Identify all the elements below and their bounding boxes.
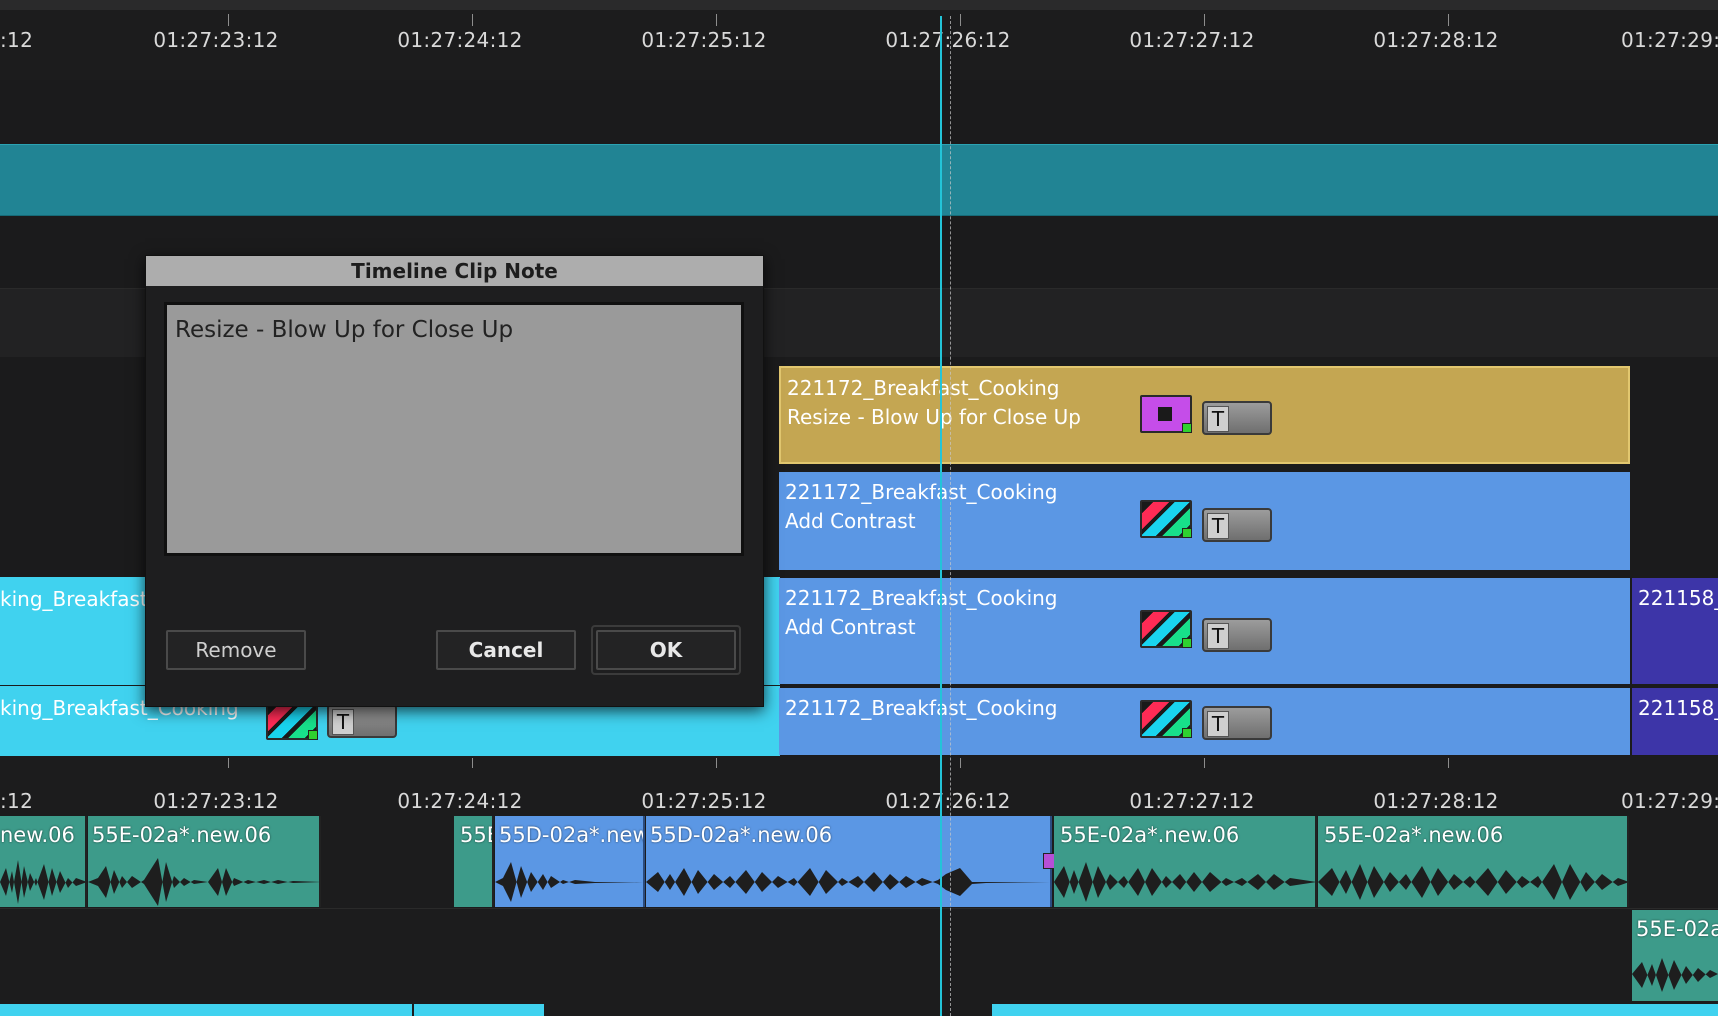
clip-note: Resize - Blow Up for Close Up <box>787 405 1081 429</box>
audio-waveform <box>646 868 1050 896</box>
video-clip-v2[interactable]: 221172_Breakfast_Cooking Add Contrast T <box>779 578 1630 684</box>
text-toggle-button[interactable]: T <box>1202 508 1272 542</box>
audio-clip[interactable] <box>414 1004 544 1016</box>
audio-waveform <box>1632 958 1718 992</box>
ruler-timecode: 01:27:27:12 <box>1129 28 1255 52</box>
track-v6[interactable] <box>0 80 1718 144</box>
audio-clip[interactable]: 55E-02a <box>1632 910 1718 1001</box>
ruler-tick <box>472 14 473 26</box>
ruler-timecode: 01:27:24:12 <box>397 28 523 52</box>
audio-waveform <box>495 862 643 902</box>
ruler-timecode: 01:27:25:12 <box>641 789 767 813</box>
ruler-tick <box>716 14 717 26</box>
track-v5-teal[interactable] <box>0 144 1718 216</box>
remove-button[interactable]: Remove <box>166 630 306 670</box>
timeline-ruler-bottom[interactable]: :12 01:27:23:12 01:27:24:12 01:27:25:12 … <box>0 756 1718 814</box>
clip-name: 221172_Breakfast_Cooking <box>787 376 1060 400</box>
text-toggle-button[interactable]: T <box>1202 618 1272 652</box>
audio-clip[interactable] <box>0 1004 412 1016</box>
timeline-ruler-top[interactable]: :12 01:27:23:12 01:27:24:12 01:27:25:12 … <box>0 0 1718 80</box>
audio-clip[interactable]: 55E <box>454 816 494 907</box>
ruler-tick <box>1204 14 1205 26</box>
color-correction-icon[interactable] <box>1140 500 1192 538</box>
ruler-tick <box>960 758 961 768</box>
ruler-tick <box>1204 758 1205 768</box>
cancel-button[interactable]: Cancel <box>436 630 576 670</box>
ruler-tick <box>228 758 229 768</box>
video-clip-v3[interactable]: 221172_Breakfast_Cooking Add Contrast T <box>779 472 1630 570</box>
playhead-line[interactable] <box>940 16 942 1016</box>
audio-clip[interactable]: 55E-02a*.new.06 <box>1318 816 1629 907</box>
video-clip-right-v2-purple[interactable]: 221158_ <box>1632 578 1718 684</box>
clip-note: Add Contrast <box>785 509 916 533</box>
ruler-timecode: 01:27:28:12 <box>1373 28 1499 52</box>
ok-button[interactable]: OK <box>596 630 736 670</box>
audio-track-a2[interactable] <box>0 908 1718 1005</box>
ruler-tick <box>716 758 717 768</box>
audio-clip[interactable]: 55E-02a*.new.06 <box>1054 816 1317 907</box>
clip-name: 221172_Breakfast_Cooking <box>785 696 1058 720</box>
ruler-tick <box>960 14 961 26</box>
audio-clip[interactable] <box>992 1004 1718 1016</box>
text-toggle-button[interactable]: T <box>1202 706 1272 740</box>
audio-waveform <box>1318 864 1627 900</box>
playhead-marker-dotted <box>950 16 951 1016</box>
ruler-tick <box>472 758 473 768</box>
ruler-timecode: :12 <box>0 28 34 52</box>
ruler-timecode: 01:27:26:12 <box>885 28 1011 52</box>
resize-icon[interactable] <box>1140 395 1192 433</box>
text-toggle-button[interactable]: T <box>327 704 397 738</box>
audio-clip[interactable]: 55D-02a*.new.06 <box>646 816 1052 907</box>
ruler-timecode: 01:27:27:12 <box>1129 789 1255 813</box>
video-clip-v4-gold[interactable]: 221172_Breakfast_Cooking Resize - Blow U… <box>779 366 1630 464</box>
dialog-title: Timeline Clip Note <box>146 256 763 286</box>
clip-note: Add Contrast <box>785 615 916 639</box>
color-correction-icon[interactable] <box>1140 700 1192 738</box>
video-clip-right-v1-purple[interactable]: 221158_ <box>1632 688 1718 755</box>
ruler-timecode: :12 <box>0 789 34 813</box>
audio-waveform <box>1054 862 1315 902</box>
ruler-tick <box>1448 758 1449 768</box>
audio-clip[interactable]: new.06 <box>0 816 87 907</box>
audio-clip[interactable]: 55E-02a*.new.06 <box>88 816 321 907</box>
audio-clip[interactable]: 55D-02a*.new <box>495 816 645 907</box>
clip-name: 221172_Breakfast_Cooking <box>785 586 1058 610</box>
ruler-tick <box>228 14 229 26</box>
ruler-tick <box>1448 14 1449 26</box>
ruler-timecode: 01:27:28:12 <box>1373 789 1499 813</box>
video-clip-v1[interactable]: 221172_Breakfast_Cooking T <box>779 688 1630 755</box>
color-correction-icon[interactable] <box>266 702 318 740</box>
ruler-top-strip <box>0 0 1718 10</box>
audio-waveform <box>88 858 319 906</box>
note-text-area[interactable]: Resize - Blow Up for Close Up <box>164 302 744 556</box>
ruler-timecode: 01:27:25:12 <box>641 28 767 52</box>
ruler-timecode: 01:27:23:12 <box>153 789 279 813</box>
ruler-timecode: 01:27:24:12 <box>397 789 523 813</box>
ruler-timecode: 01:27:29: <box>1621 28 1718 52</box>
color-correction-icon[interactable] <box>1140 610 1192 648</box>
ruler-timecode: 01:27:23:12 <box>153 28 279 52</box>
ruler-timecode: 01:27:26:12 <box>885 789 1011 813</box>
clip-name: 221172_Breakfast_Cooking <box>785 480 1058 504</box>
audio-waveform <box>0 860 85 904</box>
ruler-timecode: 01:27:29:1 <box>1621 789 1718 813</box>
timeline-clip-note-dialog: Timeline Clip Note Resize - Blow Up for … <box>145 255 764 707</box>
text-toggle-button[interactable]: T <box>1202 401 1272 435</box>
